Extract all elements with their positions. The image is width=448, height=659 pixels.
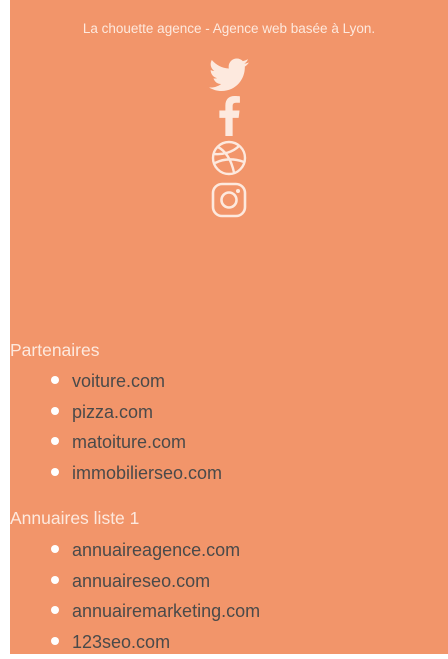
list-item: pizza.com xyxy=(50,397,222,428)
bullet-icon xyxy=(51,636,59,645)
list-item: immobilierseo.com xyxy=(50,458,222,489)
partner-link[interactable]: voiture.com xyxy=(72,371,165,391)
list-item: annuairemarketing.com xyxy=(50,596,260,627)
list-item: annuaireseo.com xyxy=(50,566,260,597)
instagram-link[interactable] xyxy=(209,180,249,224)
directory-link[interactable]: annuaireagence.com xyxy=(72,540,240,560)
list-item: matoiture.com xyxy=(50,427,222,458)
dribbble-link[interactable] xyxy=(209,138,249,180)
instagram-icon xyxy=(211,182,247,218)
footer: La chouette agence - Agence web basée à … xyxy=(10,0,448,654)
facebook-link[interactable] xyxy=(209,96,249,138)
bullet-icon xyxy=(51,376,59,384)
directory-link[interactable]: annuairemarketing.com xyxy=(72,601,260,621)
facebook-icon xyxy=(219,96,240,136)
bullet-icon xyxy=(51,575,59,584)
partners-list: voiture.com pizza.com matoiture.com immo… xyxy=(50,366,222,488)
list-item: annuaireagence.com xyxy=(50,535,260,566)
partner-link[interactable]: immobilierseo.com xyxy=(72,463,222,483)
bullet-icon xyxy=(51,606,59,614)
directory-link[interactable]: annuaireseo.com xyxy=(72,571,210,591)
list-item: 123seo.com xyxy=(50,627,260,658)
social-links xyxy=(10,58,448,224)
footer-tagline: La chouette agence - Agence web basée à … xyxy=(82,21,376,36)
bullet-icon xyxy=(51,437,59,445)
twitter-icon xyxy=(209,58,249,91)
directories-list: annuaireagence.com annuaireseo.com annua… xyxy=(50,535,260,657)
bullet-icon xyxy=(51,467,59,476)
partner-link[interactable]: matoiture.com xyxy=(72,432,186,452)
bullet-icon xyxy=(51,406,59,415)
directory-link[interactable]: 123seo.com xyxy=(72,632,170,652)
partner-link[interactable]: pizza.com xyxy=(72,402,153,422)
partners-title: Partenaires xyxy=(10,340,100,360)
directories-title: Annuaires liste 1 xyxy=(10,508,140,528)
list-item: voiture.com xyxy=(50,366,222,397)
bullet-icon xyxy=(51,545,59,553)
dribbble-icon xyxy=(211,140,247,176)
twitter-link[interactable] xyxy=(209,58,249,94)
